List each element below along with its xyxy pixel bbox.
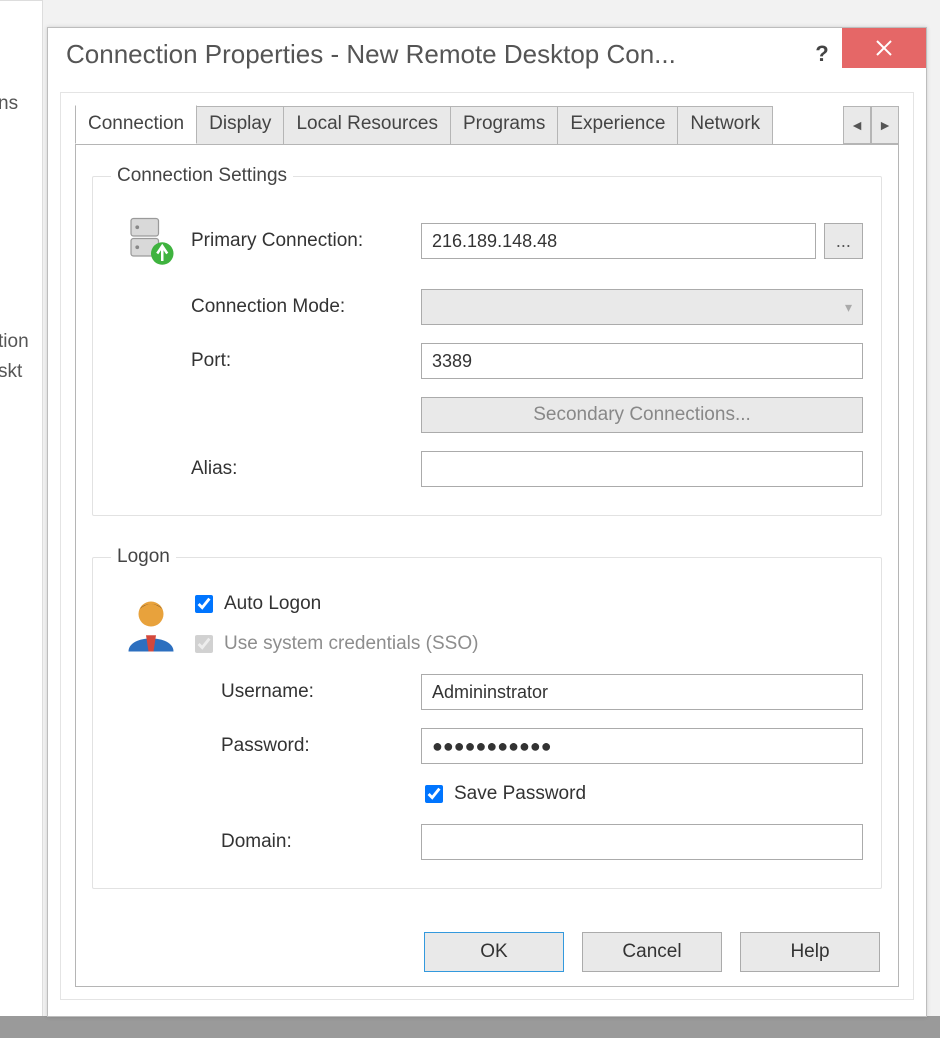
cancel-button[interactable]: Cancel (582, 932, 722, 972)
tab-programs[interactable]: Programs (450, 106, 558, 145)
logon-legend: Logon (111, 546, 176, 568)
browse-button[interactable]: ... (824, 223, 863, 259)
alias-label: Alias: (191, 458, 421, 480)
tab-local-resources[interactable]: Local Resources (283, 106, 451, 145)
bg-text: tion (0, 331, 29, 353)
user-icon (121, 594, 181, 654)
password-input[interactable] (421, 728, 863, 764)
connection-mode-label: Connection Mode: (191, 296, 421, 318)
help-icon[interactable]: ? (802, 41, 842, 67)
tab-network[interactable]: Network (677, 106, 773, 145)
tab-scroll: ◄ ► (843, 105, 899, 144)
help-button[interactable]: Help (740, 932, 880, 972)
server-icon (121, 211, 181, 271)
logon-group: Logon Auto Logon (92, 546, 882, 889)
connection-properties-dialog: Connection Properties - New Remote Deskt… (47, 27, 927, 1017)
auto-logon-checkbox[interactable]: Auto Logon (191, 592, 321, 616)
sso-input (195, 635, 213, 653)
client-area: Connection Display Local Resources Progr… (60, 92, 914, 1000)
username-label: Username: (191, 681, 421, 703)
primary-connection-label: Primary Connection: (191, 230, 421, 252)
secondary-connections-button[interactable]: Secondary Connections... (421, 397, 863, 433)
background-panel: ns tion skt (0, 0, 43, 1020)
username-input[interactable] (421, 674, 863, 710)
save-password-checkbox[interactable]: Save Password (421, 782, 586, 806)
connection-settings-legend: Connection Settings (111, 165, 293, 187)
primary-connection-input[interactable] (421, 223, 816, 259)
close-icon (875, 39, 893, 57)
tab-scroll-left[interactable]: ◄ (843, 106, 871, 144)
dialog-button-bar: OK Cancel Help (424, 932, 880, 972)
save-password-label: Save Password (454, 783, 586, 805)
chevron-down-icon: ▾ (845, 299, 852, 316)
connection-mode-select[interactable]: ▾ (421, 289, 863, 325)
close-button[interactable] (842, 28, 926, 68)
tab-experience[interactable]: Experience (557, 106, 678, 145)
auto-logon-input[interactable] (195, 595, 213, 613)
domain-input[interactable] (421, 824, 863, 860)
password-label: Password: (191, 735, 421, 757)
sso-checkbox: Use system credentials (SSO) (191, 632, 478, 656)
titlebar: Connection Properties - New Remote Deskt… (48, 28, 926, 80)
tabstrip: Connection Display Local Resources Progr… (75, 105, 899, 145)
tab-page-connection: Connection Settings Primary Connection: (75, 145, 899, 987)
tab-display[interactable]: Display (196, 106, 284, 145)
port-label: Port: (191, 350, 421, 372)
ok-button[interactable]: OK (424, 932, 564, 972)
sso-label: Use system credentials (SSO) (224, 633, 478, 655)
port-input[interactable] (421, 343, 863, 379)
domain-label: Domain: (191, 831, 421, 853)
auto-logon-label: Auto Logon (224, 593, 321, 615)
bg-text: skt (0, 361, 22, 383)
window-title: Connection Properties - New Remote Deskt… (66, 39, 802, 70)
tab-connection[interactable]: Connection (75, 105, 197, 144)
save-password-input[interactable] (425, 785, 443, 803)
connection-settings-group: Connection Settings Primary Connection: (92, 165, 882, 516)
background-shadow (0, 1016, 940, 1038)
bg-text: ns (0, 93, 18, 115)
tab-scroll-right[interactable]: ► (871, 106, 899, 144)
alias-input[interactable] (421, 451, 863, 487)
